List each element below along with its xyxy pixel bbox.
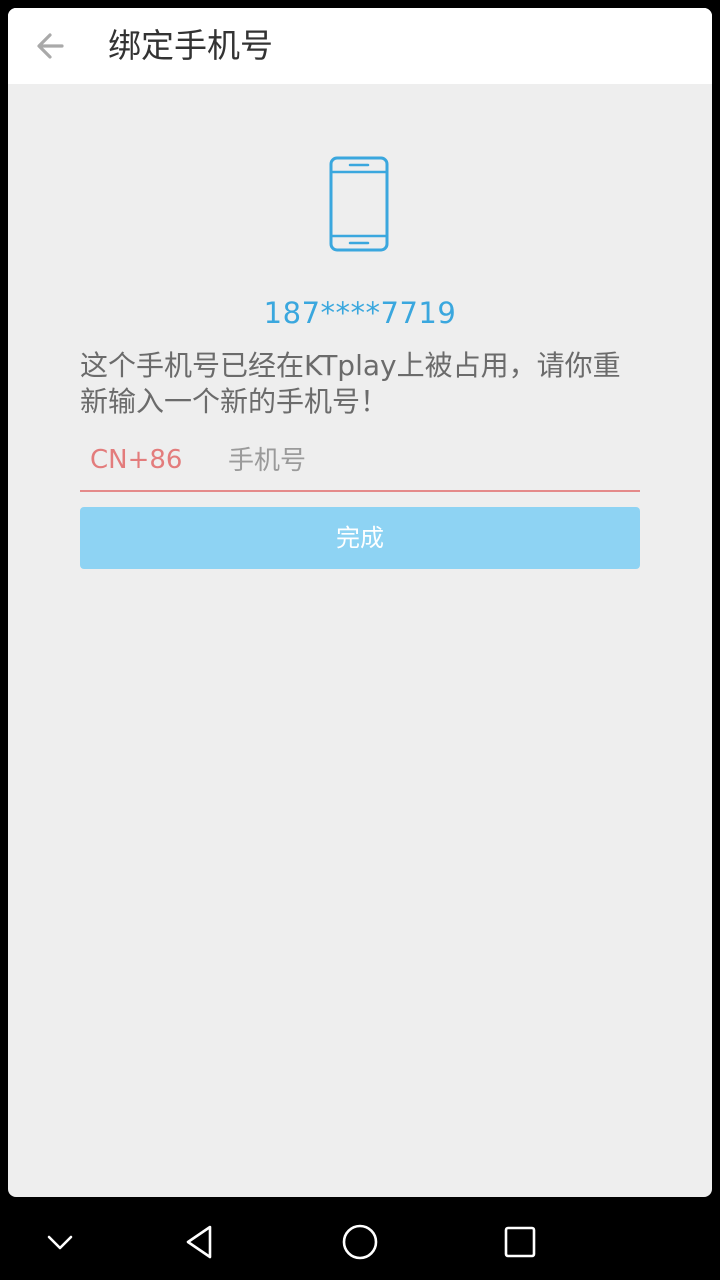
country-code-selector[interactable]: CN+86 bbox=[90, 436, 182, 484]
phone-input-row: CN+86 bbox=[80, 436, 640, 492]
done-button[interactable]: 完成 bbox=[80, 507, 640, 569]
nav-home-button[interactable] bbox=[336, 1218, 384, 1266]
app-window: 绑定手机号 187****7719 这个手机号已经在KTplay上被占用，请你重… bbox=[8, 8, 712, 1197]
back-triangle-icon bbox=[186, 1225, 212, 1259]
chevron-down-icon bbox=[47, 1235, 73, 1250]
system-nav-bar bbox=[0, 1204, 720, 1280]
top-bar: 绑定手机号 bbox=[8, 8, 712, 84]
nav-back-button[interactable] bbox=[176, 1218, 224, 1266]
page-title: 绑定手机号 bbox=[108, 26, 273, 65]
home-circle-icon bbox=[342, 1224, 378, 1260]
occupied-message: 这个手机号已经在KTplay上被占用，请你重新输入一个新的手机号！ bbox=[80, 349, 621, 418]
smartphone-icon bbox=[329, 156, 389, 252]
masked-phone-number: 187****7719 bbox=[263, 296, 457, 330]
back-button[interactable] bbox=[26, 22, 74, 70]
arrow-left-icon bbox=[37, 33, 64, 59]
nav-recents-button[interactable] bbox=[496, 1218, 544, 1266]
recent-apps-square-icon bbox=[504, 1226, 536, 1258]
phone-number-input[interactable] bbox=[226, 440, 630, 482]
collapse-nav-button[interactable] bbox=[36, 1218, 84, 1266]
